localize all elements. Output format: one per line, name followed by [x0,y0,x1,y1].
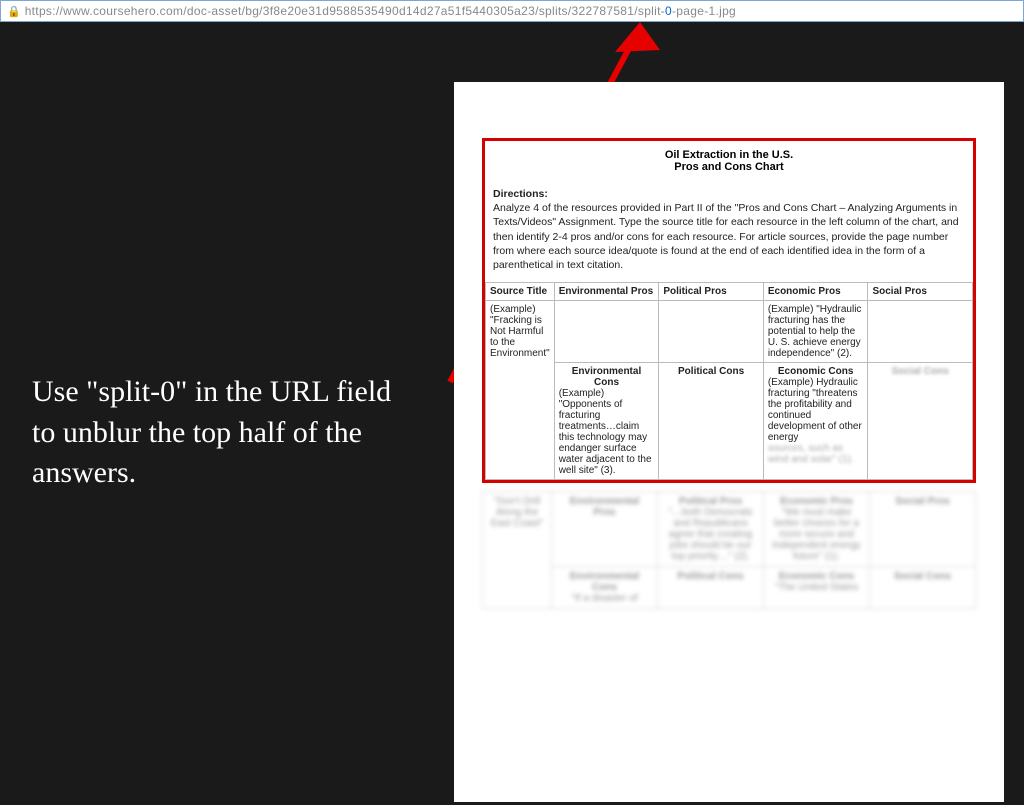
header-soc-pros: Social Pros [868,283,973,301]
header-env-pros: Environmental Pros [554,283,659,301]
blurred-content: "Don't Drill Along the East Coast" Envir… [482,491,976,609]
pros-cons-table: Source Title Environmental Pros Politica… [485,282,973,480]
blur-source: "Don't Drill Along the East Coast" [483,492,552,609]
content-area: Use "split-0" in the URL field to unblur… [0,22,1024,805]
instruction-overlay: Use "split-0" in the URL field to unblur… [32,372,412,494]
doc-subtitle: Pros and Cons Chart [485,161,973,183]
document-page: Oil Extraction in the U.S. Pros and Cons… [454,82,1004,802]
url-text: https://www.coursehero.com/doc-asset/bg/… [25,4,1017,18]
cell-soc-cons: Social Cons [868,363,973,480]
directions-text: Analyze 4 of the resources provided in P… [493,202,959,271]
example-source-cell: (Example) "Fracking is Not Harmful to th… [486,301,555,480]
url-address-bar[interactable]: 🔒 https://www.coursehero.com/doc-asset/b… [0,0,1024,22]
highlighted-region: Oil Extraction in the U.S. Pros and Cons… [482,138,976,483]
directions-label: Directions: [493,188,548,200]
doc-title: Oil Extraction in the U.S. [485,141,973,161]
cell-env-cons: Environmental Cons (Example) "Opponents … [554,363,659,480]
cell-pol-pros [659,301,764,363]
url-highlighted-segment: 0 [665,4,672,18]
lock-icon: 🔒 [7,5,21,18]
directions-block: Directions: Analyze 4 of the resources p… [485,183,973,282]
cell-soc-pros [868,301,973,363]
header-econ-pros: Economic Pros [763,283,868,301]
header-pol-pros: Political Pros [659,283,764,301]
source-title-header: Source Title [486,283,555,301]
cell-pol-cons: Political Cons [659,363,764,480]
cell-econ-cons: Economic Cons (Example) Hydraulic fractu… [763,363,868,480]
cell-env-pros [554,301,659,363]
cell-econ-pros: (Example) "Hydraulic fracturing has the … [763,301,868,363]
